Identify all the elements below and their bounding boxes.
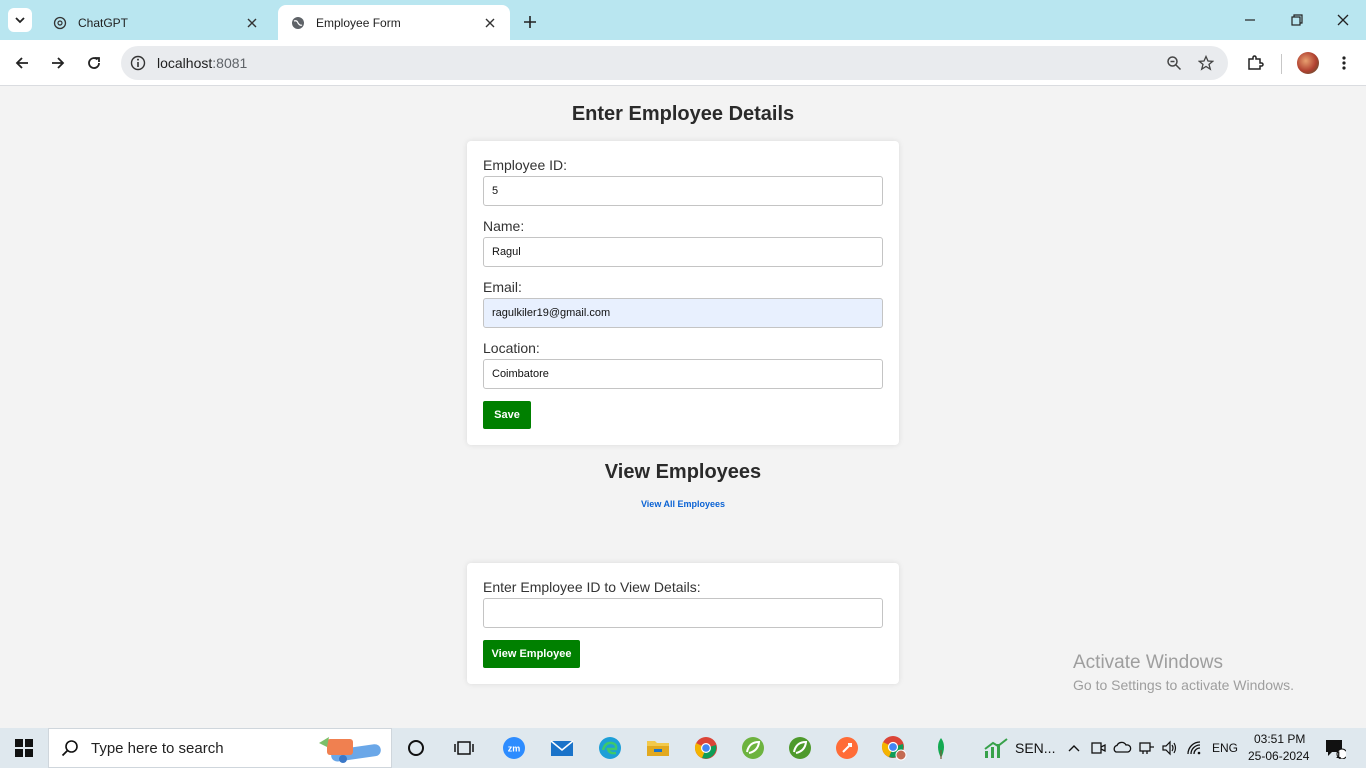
notification-count-badge: 1 <box>1336 750 1342 760</box>
zoom-app-icon[interactable]: zm <box>500 734 528 762</box>
onedrive-icon[interactable] <box>1110 734 1134 762</box>
tab-employee-form[interactable]: Employee Form <box>278 5 510 40</box>
menu-button[interactable] <box>1332 51 1356 75</box>
start-button[interactable] <box>0 728 48 768</box>
postman-icon[interactable] <box>833 734 861 762</box>
windows-taskbar: Type here to search zm SEN... ENG 03:51 … <box>0 728 1366 768</box>
chatgpt-icon <box>52 15 68 31</box>
close-icon[interactable] <box>482 15 498 31</box>
plus-icon <box>524 16 536 28</box>
reload-icon <box>88 57 100 69</box>
sensex-chart-icon[interactable] <box>982 734 1010 762</box>
close-icon <box>1337 14 1349 26</box>
lookup-label: Enter Employee ID to View Details: <box>483 579 701 595</box>
edge-browser-icon[interactable] <box>596 734 624 762</box>
arrow-left-icon <box>15 57 28 69</box>
tab-title: ChatGPT <box>78 15 129 30</box>
globe-icon <box>290 15 306 31</box>
spring-tool-icon[interactable] <box>739 734 767 762</box>
address-bar[interactable]: localhost:8081 <box>121 46 1228 80</box>
windows-logo-icon <box>15 739 33 757</box>
cortana-icon[interactable] <box>402 734 430 762</box>
profile-avatar[interactable] <box>1297 52 1319 74</box>
reload-button[interactable] <box>82 51 106 75</box>
name-label: Name: <box>483 218 525 234</box>
bookmark-star-icon[interactable] <box>1196 53 1216 73</box>
sensex-label: SEN... <box>1015 740 1056 756</box>
minimize-icon <box>1245 19 1255 21</box>
zoom-icon[interactable] <box>1164 53 1184 73</box>
browser-tab-strip: ChatGPT Employee Form <box>0 0 1366 40</box>
email-label: Email: <box>483 279 522 295</box>
email-input[interactable]: ragulkiler19@gmail.com <box>483 298 883 328</box>
wifi-icon[interactable] <box>1183 734 1207 762</box>
view-heading: View Employees <box>604 461 762 483</box>
tab-title: Employee Form <box>316 15 401 30</box>
notification-center-icon[interactable] <box>1320 734 1350 762</box>
url-port: :8081 <box>212 55 248 71</box>
chevron-up-icon[interactable] <box>1062 734 1086 762</box>
form-heading: Enter Employee Details <box>571 103 795 125</box>
close-icon[interactable] <box>244 15 260 31</box>
network-adapter-icon[interactable] <box>1135 734 1159 762</box>
forward-button[interactable] <box>46 51 70 75</box>
employee-form-card: Employee ID: 5 Name: Ragul Email: ragulk… <box>467 141 899 445</box>
lookup-employee-id-input[interactable] <box>483 598 883 628</box>
url-text: localhost:8081 <box>157 55 247 71</box>
employee-id-label: Employee ID: <box>483 157 568 173</box>
restore-icon <box>1291 14 1303 26</box>
search-highlight-illustration-icon <box>319 737 381 763</box>
save-button[interactable]: Save <box>483 401 531 429</box>
search-placeholder: Type here to search <box>91 739 224 757</box>
arrow-right-icon <box>52 57 65 69</box>
mail-icon[interactable] <box>548 734 576 762</box>
clock-date[interactable]: 25-06-2024 <box>1248 749 1309 763</box>
url-host: localhost <box>157 55 213 71</box>
activate-windows-title: Activate Windows <box>1073 652 1223 673</box>
chrome-icon[interactable] <box>692 734 720 762</box>
meet-now-icon[interactable] <box>1087 734 1109 762</box>
volume-icon[interactable] <box>1158 734 1182 762</box>
lookup-card: Enter Employee ID to View Details: View … <box>467 563 899 684</box>
tab-search-button[interactable] <box>8 8 32 32</box>
more-vertical-icon <box>1342 56 1346 70</box>
site-info-icon[interactable] <box>129 54 147 72</box>
taskbar-search-box[interactable]: Type here to search <box>48 728 392 768</box>
view-all-employees-link-text[interactable]: View All Employees <box>641 499 725 509</box>
minimize-button[interactable] <box>1234 6 1266 34</box>
view-employee-button[interactable]: View Employee <box>483 640 580 668</box>
activate-windows-subtitle: Go to Settings to activate Windows. <box>1073 677 1294 693</box>
restore-button[interactable] <box>1281 6 1313 34</box>
task-view-icon[interactable] <box>450 734 478 762</box>
svg-text:zm: zm <box>508 744 521 754</box>
search-icon <box>61 740 78 757</box>
tab-chatgpt[interactable]: ChatGPT <box>40 5 272 40</box>
file-explorer-icon[interactable] <box>644 734 672 762</box>
location-input[interactable]: Coimbatore <box>483 359 883 389</box>
close-window-button[interactable] <box>1327 6 1359 34</box>
chrome-profile-icon[interactable] <box>880 734 908 762</box>
spring-tool-icon-2[interactable] <box>786 734 814 762</box>
new-tab-button[interactable] <box>518 10 542 34</box>
mongodb-icon[interactable] <box>927 734 955 762</box>
location-label: Location: <box>483 340 540 356</box>
puzzle-icon <box>1248 55 1264 70</box>
back-button[interactable] <box>10 51 34 75</box>
chevron-down-icon <box>15 17 25 24</box>
language-indicator[interactable]: ENG <box>1212 741 1238 755</box>
extensions-button[interactable] <box>1243 51 1267 75</box>
page-content: Enter Employee Details Employee ID: 5 Na… <box>0 87 1366 728</box>
employee-id-input[interactable]: 5 <box>483 176 883 206</box>
browser-toolbar: localhost:8081 <box>0 40 1366 86</box>
clock-time[interactable]: 03:51 PM <box>1254 732 1305 746</box>
view-all-employees-link: View All Employees <box>0 499 1366 509</box>
toolbar-divider <box>1281 54 1282 74</box>
name-input[interactable]: Ragul <box>483 237 883 267</box>
